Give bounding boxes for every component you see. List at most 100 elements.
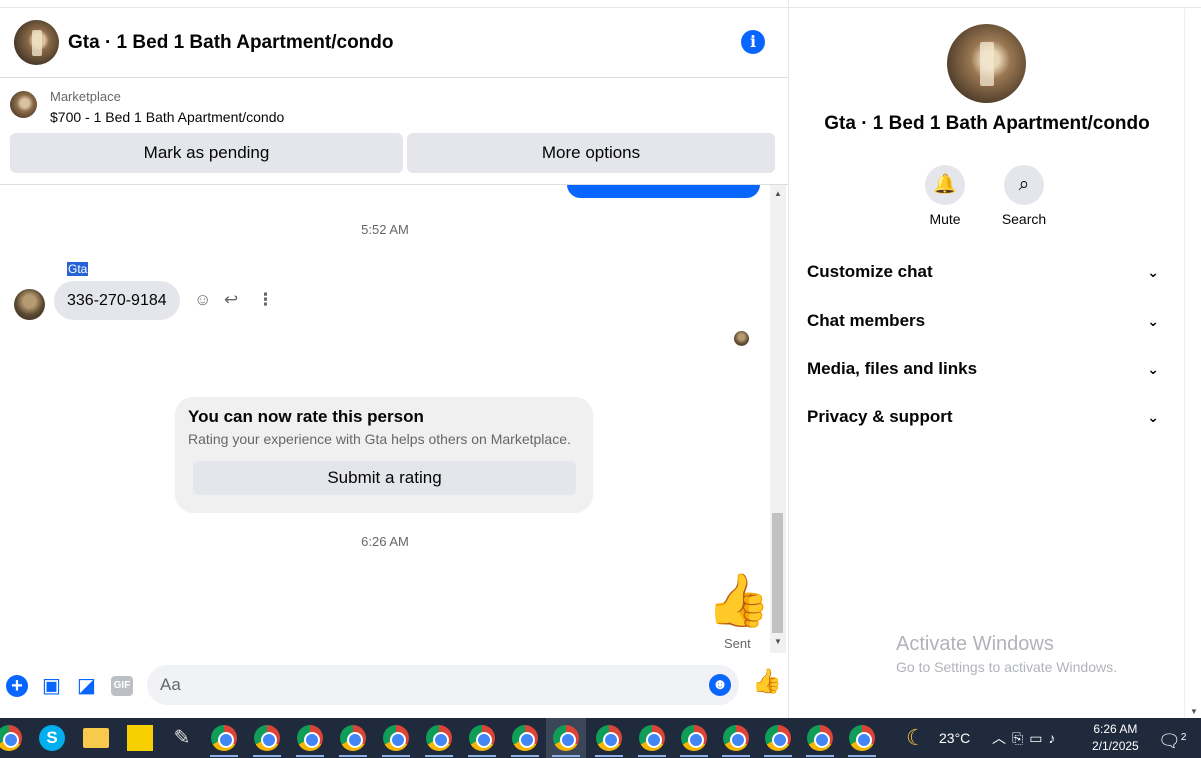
sender-name: Gta: [67, 262, 89, 276]
scroll-up-icon[interactable]: ▲: [774, 189, 782, 198]
photo-icon[interactable]: ▣: [42, 675, 61, 697]
running-indicator: [210, 755, 238, 757]
react-icon[interactable]: ☺: [194, 291, 211, 309]
section-label: Privacy & support: [807, 407, 953, 426]
scroll-down-icon[interactable]: ▼: [774, 637, 782, 646]
clock-time: 6:26 AM: [1093, 722, 1138, 736]
message-input[interactable]: [147, 665, 739, 705]
sticker-icon[interactable]: ◪: [77, 675, 96, 697]
running-indicator: [722, 755, 750, 757]
thumbs-up-message-icon[interactable]: 👍: [706, 571, 770, 631]
running-indicator: [764, 755, 792, 757]
running-indicator: [806, 755, 834, 757]
listing-thumbnail[interactable]: [10, 91, 37, 118]
info-icon[interactable]: i: [741, 30, 765, 54]
clock-date: 2/1/2025: [1092, 739, 1139, 753]
chrome-icon[interactable]: [723, 725, 749, 751]
chrome-icon[interactable]: [0, 725, 22, 751]
section-label: Chat members: [807, 311, 926, 330]
chrome-icon[interactable]: [596, 725, 622, 751]
more-options-button[interactable]: More options: [407, 133, 775, 173]
chevron-down-icon: ⌄: [1147, 361, 1159, 377]
chrome-icon[interactable]: [849, 725, 875, 751]
chat-members-row[interactable]: Chat members ⌄: [807, 306, 1167, 336]
chat-header: Gta · 1 Bed 1 Bath Apartment/condo i: [0, 8, 788, 78]
running-indicator: [425, 755, 453, 757]
activation-watermark-title: Activate Windows: [896, 633, 1054, 655]
file-explorer-icon[interactable]: [83, 728, 109, 748]
chat-title[interactable]: Gta · 1 Bed 1 Bath Apartment/condo: [68, 32, 394, 54]
search-icon: ⌕: [1004, 165, 1044, 205]
running-indicator: [253, 755, 281, 757]
running-indicator: [638, 755, 666, 757]
paint-icon[interactable]: ✎: [169, 725, 195, 751]
weather-temperature[interactable]: 23°C: [939, 718, 970, 758]
chrome-icon[interactable]: [512, 725, 538, 751]
sent-status: Sent: [724, 636, 751, 651]
chat-panel: Gta · 1 Bed 1 Bath Apartment/condo i Mar…: [0, 0, 789, 718]
submit-rating-button[interactable]: Submit a rating: [193, 461, 576, 495]
emoji-icon[interactable]: ☻: [709, 674, 731, 696]
conversation-info-panel: Gta · 1 Bed 1 Bath Apartment/condo 🔔 Mut…: [790, 9, 1184, 718]
received-message-bubble[interactable]: 336-270-9184: [54, 281, 180, 320]
section-label: Customize chat: [807, 262, 933, 281]
notification-count: 2: [1180, 732, 1187, 743]
rating-card: You can now rate this person Rating your…: [175, 397, 593, 513]
sent-message-bubble[interactable]: [567, 185, 760, 198]
running-indicator: [382, 755, 410, 757]
skype-icon[interactable]: S: [39, 725, 65, 751]
chrome-icon[interactable]: [340, 725, 366, 751]
message-list: 5:52 AM Gta 336-270-9184 ☺ ↩ ⋮ You can n…: [0, 185, 770, 653]
search-button[interactable]: ⌕ Search: [984, 165, 1064, 227]
page-scrollbar[interactable]: ▼: [1184, 9, 1201, 718]
notification-center-icon[interactable]: 🗨2: [1158, 718, 1186, 758]
listing-avatar[interactable]: [14, 20, 59, 65]
chrome-icon[interactable]: [383, 725, 409, 751]
reply-icon[interactable]: ↩: [224, 291, 238, 309]
chrome-icon[interactable]: [639, 725, 665, 751]
read-receipt-avatar: [734, 331, 749, 346]
media-files-links-row[interactable]: Media, files and links ⌄: [807, 354, 1167, 384]
running-indicator: [595, 755, 623, 757]
running-indicator: [848, 755, 876, 757]
system-tray-icons[interactable]: ︿⎘▭♪: [992, 718, 1061, 758]
chrome-icon[interactable]: [765, 725, 791, 751]
taskbar-clock[interactable]: 6:26 AM 2/1/2025: [1092, 721, 1139, 755]
customize-chat-row[interactable]: Customize chat ⌄: [807, 257, 1167, 287]
mark-as-pending-button[interactable]: Mark as pending: [10, 133, 403, 173]
like-icon[interactable]: 👍: [752, 670, 782, 694]
sticky-notes-icon[interactable]: [127, 725, 153, 751]
rating-title: You can now rate this person: [188, 407, 424, 426]
bell-icon: 🔔: [925, 165, 965, 205]
message-scrollbar[interactable]: ▲ ▼: [770, 185, 786, 653]
mute-button[interactable]: 🔔 Mute: [905, 165, 985, 227]
plus-icon[interactable]: +: [6, 675, 28, 697]
more-icon[interactable]: ⋮: [257, 291, 274, 309]
sender-avatar[interactable]: [14, 289, 45, 320]
weather-moon-icon[interactable]: ☾: [906, 718, 926, 758]
conversation-avatar[interactable]: [947, 24, 1026, 103]
section-label: Media, files and links: [807, 359, 978, 378]
running-indicator: [339, 755, 367, 757]
scrollbar-thumb[interactable]: [772, 513, 783, 633]
running-indicator: [552, 755, 580, 757]
running-indicator: [511, 755, 539, 757]
chrome-icon[interactable]: [426, 725, 452, 751]
timestamp: 5:52 AM: [361, 222, 409, 237]
scroll-down-icon[interactable]: ▼: [1190, 707, 1198, 716]
chrome-icon[interactable]: [211, 725, 237, 751]
chrome-icon[interactable]: [681, 725, 707, 751]
chrome-icon[interactable]: [297, 725, 323, 751]
running-indicator: [296, 755, 324, 757]
gif-icon[interactable]: GIF: [111, 676, 133, 696]
chrome-icon[interactable]: [553, 725, 579, 751]
rating-subtitle: Rating your experience with Gta helps ot…: [188, 431, 571, 447]
message-composer: + ▣ ◪ GIF ☻ 👍: [0, 660, 788, 712]
chrome-icon[interactable]: [254, 725, 280, 751]
listing-price[interactable]: $700 - 1 Bed 1 Bath Apartment/condo: [50, 109, 284, 125]
privacy-support-row[interactable]: Privacy & support ⌄: [807, 402, 1167, 432]
mute-label: Mute: [929, 211, 961, 227]
chrome-icon[interactable]: [807, 725, 833, 751]
chrome-icon[interactable]: [469, 725, 495, 751]
running-indicator: [680, 755, 708, 757]
